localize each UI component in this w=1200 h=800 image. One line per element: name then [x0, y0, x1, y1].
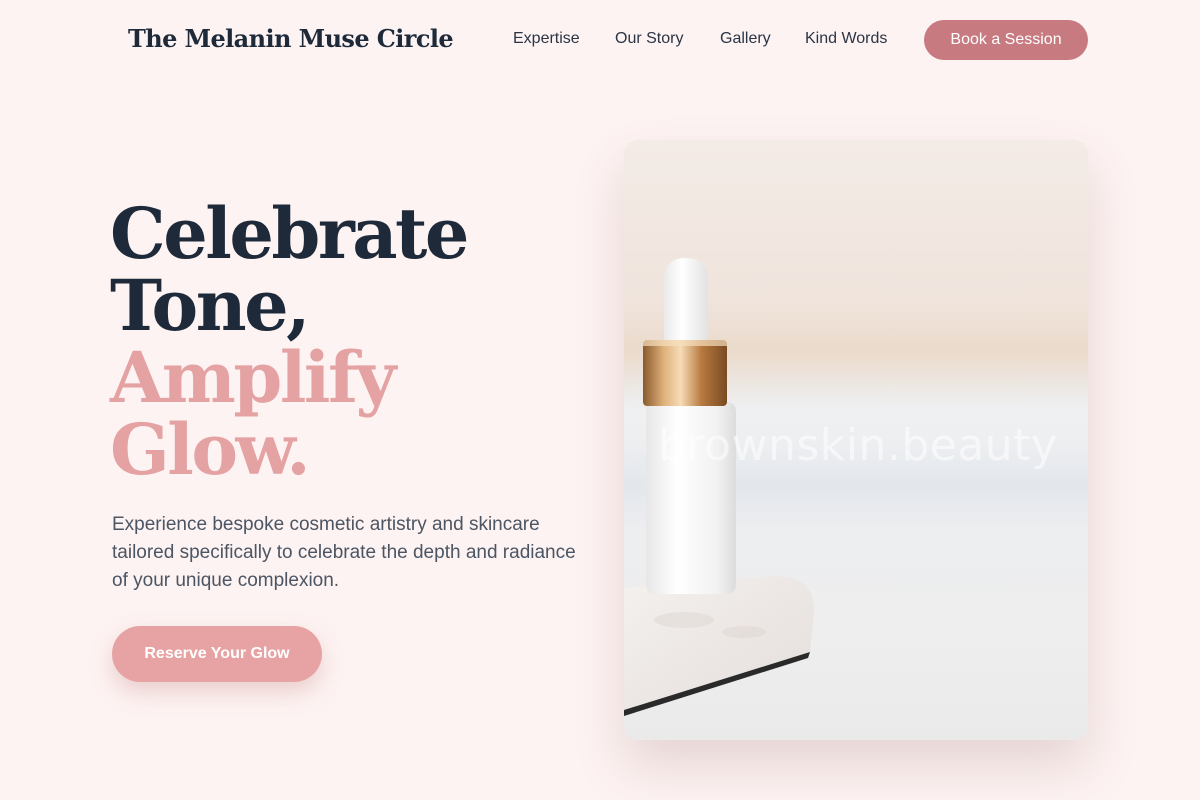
hero-description: Experience bespoke cosmetic artistry and…: [112, 514, 576, 591]
headline-line-2: Tone,: [110, 264, 311, 347]
nav-link-our-story[interactable]: Our Story: [615, 30, 683, 48]
headline-line-4: Glow.: [110, 408, 311, 491]
nav-link-gallery[interactable]: Gallery: [720, 30, 771, 48]
headline-line-3: Amplify: [110, 336, 396, 419]
book-session-button[interactable]: Book a Session: [924, 20, 1088, 60]
hero-headline: Celebrate Tone, Amplify Glow.: [110, 192, 469, 491]
brand-logo[interactable]: The Melanin Muse Circle: [128, 24, 454, 53]
image-watermark: brownskin.beauty: [658, 420, 1058, 471]
nav-link-expertise[interactable]: Expertise: [513, 30, 580, 48]
site-header: The Melanin Muse Circle Expertise Our St…: [0, 0, 1200, 80]
nav-link-kind-words[interactable]: Kind Words: [805, 30, 887, 48]
hero-image: brownskin.beauty: [624, 140, 1088, 740]
headline-line-1: Celebrate: [110, 192, 469, 275]
reserve-glow-button[interactable]: Reserve Your Glow: [112, 626, 322, 682]
